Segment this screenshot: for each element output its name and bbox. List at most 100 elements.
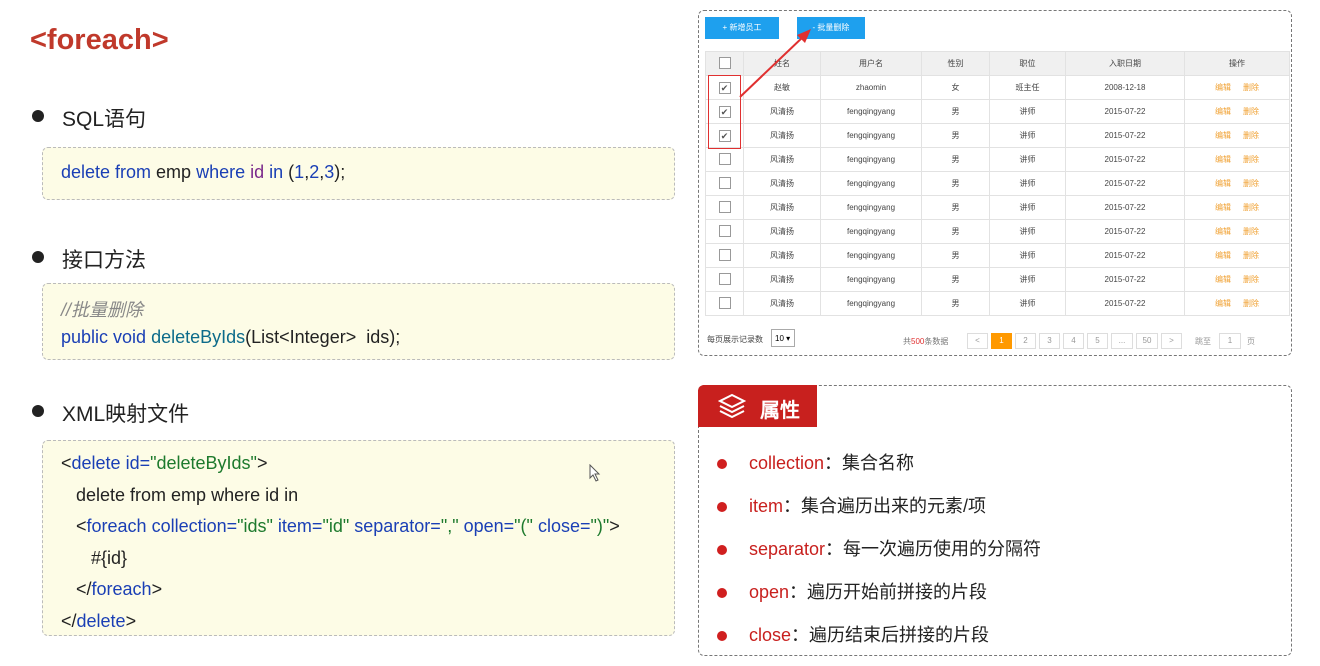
code-line: delete from emp where id in (61, 485, 298, 506)
code-token: ")" (590, 516, 610, 536)
delete-link[interactable]: 删除 (1243, 131, 1259, 140)
row-checkbox[interactable] (718, 152, 731, 165)
code-token: //批量删除 (61, 300, 144, 320)
code-token: item= (272, 516, 323, 536)
code-line: <foreach collection="ids" item="id" sepa… (61, 516, 620, 537)
cell-actions: 编辑 删除 (1184, 123, 1290, 148)
column-header: 入职日期 (1065, 51, 1185, 76)
cell-date: 2015-07-22 (1065, 195, 1185, 220)
property-item: open：遍历开始前拼接的片段 (717, 578, 987, 604)
column-header: 性别 (921, 51, 990, 76)
row-checkbox[interactable] (718, 176, 731, 189)
code-token: < (61, 453, 72, 473)
code-token: 1 (294, 162, 305, 182)
code-token: foreach (91, 579, 152, 599)
cell-position: 讲师 (989, 243, 1066, 268)
page-button[interactable]: > (1161, 333, 1182, 349)
page-button[interactable]: 50 (1136, 333, 1158, 349)
edit-link[interactable]: 编辑 (1215, 155, 1231, 164)
code-token: "," (440, 516, 459, 536)
cell-date: 2015-07-22 (1065, 171, 1185, 196)
page-size-select[interactable]: 10 ▾ (771, 329, 795, 347)
code-token: foreach (86, 516, 147, 536)
edit-link[interactable]: 编辑 (1215, 299, 1231, 308)
jump-input[interactable]: 1 (1219, 333, 1241, 349)
cell-actions: 编辑 删除 (1184, 147, 1290, 172)
properties-heading: 属性 (760, 400, 800, 422)
row-checkbox[interactable] (718, 296, 731, 309)
edit-link[interactable]: 编辑 (1215, 251, 1231, 260)
code-token: "deleteByIds" (150, 453, 257, 473)
row-checkbox[interactable] (718, 200, 731, 213)
code-token: > (125, 610, 137, 631)
property-key: open (749, 582, 790, 602)
delete-link[interactable]: 删除 (1243, 251, 1259, 260)
delete-link[interactable]: 删除 (1243, 227, 1259, 236)
cell-username: fengqingyang (820, 147, 922, 172)
cell-gender: 男 (921, 267, 990, 292)
page-button[interactable]: 5 (1087, 333, 1108, 349)
row-checkbox[interactable] (718, 224, 731, 237)
delete-link[interactable]: 删除 (1243, 179, 1259, 188)
page-button[interactable]: 1 (991, 333, 1012, 349)
delete-link[interactable]: 删除 (1243, 203, 1259, 212)
edit-link[interactable]: 编辑 (1215, 131, 1231, 140)
cell-date: 2015-07-22 (1065, 291, 1185, 316)
delete-link[interactable]: 删除 (1243, 107, 1259, 116)
code-box-xml: <delete id="deleteByIds"> delete from em… (42, 440, 675, 636)
property-item: close：遍历结束后拼接的片段 (717, 621, 989, 647)
code-line: public void deleteByIds(List<Integer> id… (61, 327, 400, 348)
cell-date: 2015-07-22 (1065, 99, 1185, 124)
page-button[interactable]: < (967, 333, 988, 349)
edit-link[interactable]: 编辑 (1215, 179, 1231, 188)
delete-link[interactable]: 删除 (1243, 299, 1259, 308)
cell-position: 讲师 (989, 291, 1066, 316)
cell-date: 2015-07-22 (1065, 123, 1185, 148)
code-token: </ (61, 579, 92, 599)
edit-link[interactable]: 编辑 (1215, 83, 1231, 92)
delete-link[interactable]: 删除 (1243, 275, 1259, 284)
property-item: item：集合遍历出来的元素/项 (717, 492, 986, 518)
bullet-dot (717, 502, 727, 513)
edit-link[interactable]: 编辑 (1215, 275, 1231, 284)
property-desc: ：每一次遍历使用的分隔符 (825, 539, 1042, 559)
page-button[interactable]: ... (1111, 333, 1133, 349)
edit-link[interactable]: 编辑 (1215, 107, 1231, 116)
delete-link[interactable]: 删除 (1243, 83, 1259, 92)
cell-actions: 编辑 删除 (1184, 171, 1290, 196)
property-item: collection：集合名称 (717, 449, 914, 475)
code-line: delete from emp where id in (1,2,3); (61, 162, 345, 183)
code-line: //批量删除 (61, 296, 143, 322)
cell-gender: 男 (921, 195, 990, 220)
table-row: 风清扬 fengqingyang 男讲师 2015-07-22 编辑 删除 (705, 147, 1290, 172)
page-button[interactable]: 3 (1039, 333, 1060, 349)
row-checkbox[interactable] (718, 248, 731, 261)
code-line: </delete> (61, 611, 136, 632)
checkbox-cell (705, 147, 744, 172)
cell-name: 风清扬 (743, 195, 821, 220)
code-token: delete from (61, 162, 152, 182)
edit-link[interactable]: 编辑 (1215, 203, 1231, 212)
cell-name: 风清扬 (743, 219, 821, 244)
table-row: ✔ 风清扬 fengqingyang 男讲师 2015-07-22 编辑 删除 (705, 123, 1290, 148)
code-token: > (256, 453, 268, 473)
code-token: ); (334, 162, 346, 182)
code-token: 2 (309, 162, 320, 182)
table-row: 风清扬 fengqingyang 男讲师 2015-07-22 编辑 删除 (705, 219, 1290, 244)
code-token: delete (71, 453, 121, 473)
bullet-dot (717, 588, 727, 599)
table-row: 风清扬 fengqingyang 男讲师 2015-07-22 编辑 删除 (705, 171, 1290, 196)
cell-username: fengqingyang (820, 171, 922, 196)
select-all-checkbox[interactable] (718, 56, 731, 69)
cell-position: 讲师 (989, 147, 1066, 172)
edit-link[interactable]: 编辑 (1215, 227, 1231, 236)
page-button[interactable]: 2 (1015, 333, 1036, 349)
delete-link[interactable]: 删除 (1243, 155, 1259, 164)
row-checkbox[interactable] (718, 272, 731, 285)
checkbox-cell (705, 195, 744, 220)
checkbox-cell (705, 219, 744, 244)
page-button[interactable]: 4 (1063, 333, 1084, 349)
code-token: </ (61, 610, 77, 631)
cell-username: fengqingyang (820, 219, 922, 244)
cell-name: 风清扬 (743, 123, 821, 148)
